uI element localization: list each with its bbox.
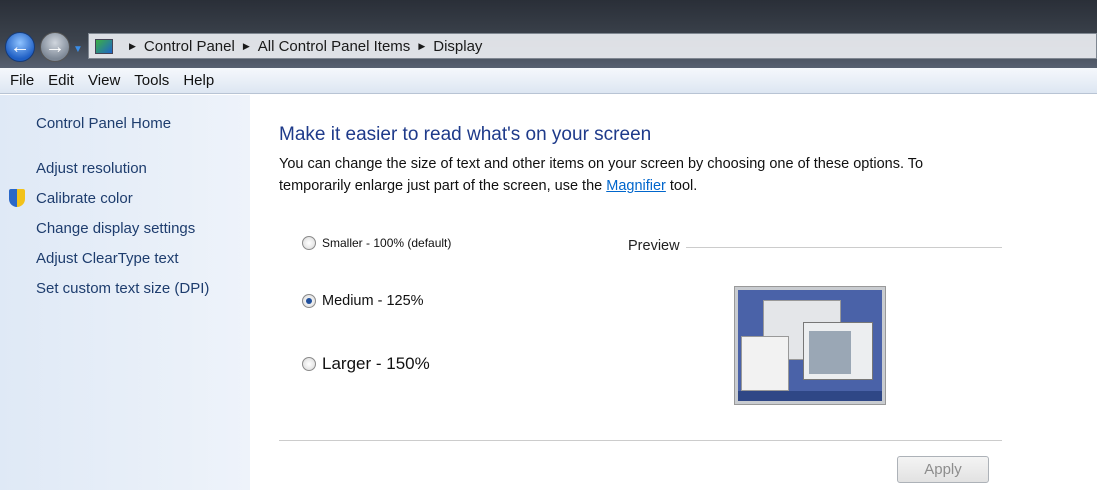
option-larger-label: Larger - 150% xyxy=(322,354,430,373)
option-medium-label: Medium - 125% xyxy=(322,293,424,309)
preview-image xyxy=(734,286,886,405)
magnifier-link[interactable]: Magnifier xyxy=(606,178,666,194)
chevron-right-icon[interactable]: ▶ xyxy=(129,41,136,52)
menu-file[interactable]: File xyxy=(10,72,34,89)
sidebar-adjust-resolution[interactable]: Adjust resolution xyxy=(36,160,147,177)
preview-window xyxy=(803,322,873,380)
sidebar-custom-dpi[interactable]: Set custom text size (DPI) xyxy=(36,280,209,297)
option-larger[interactable]: Larger - 150% xyxy=(302,354,430,374)
radio-medium[interactable] xyxy=(302,294,316,308)
radio-smaller[interactable] xyxy=(302,236,316,250)
title-bar: ← → ▼ ▶ Control Panel ▶ All Control Pane… xyxy=(0,0,1097,68)
breadcrumb-all-items[interactable]: All Control Panel Items xyxy=(258,38,411,55)
sidebar-adjust-cleartype[interactable]: Adjust ClearType text xyxy=(36,250,179,267)
menu-edit[interactable]: Edit xyxy=(48,72,74,89)
chevron-right-icon[interactable]: ▶ xyxy=(418,41,425,52)
radio-larger[interactable] xyxy=(302,357,316,371)
recent-pages-dropdown-icon[interactable]: ▼ xyxy=(73,44,83,55)
description-text-end: tool. xyxy=(665,178,698,194)
address-bar[interactable]: ▶ Control Panel ▶ All Control Panel Item… xyxy=(88,33,1097,59)
back-button[interactable]: ← xyxy=(5,32,35,62)
option-smaller[interactable]: Smaller - 100% (default) xyxy=(302,236,451,250)
menu-help[interactable]: Help xyxy=(183,72,214,89)
sidebar-control-panel-home[interactable]: Control Panel Home xyxy=(36,115,171,132)
description-text: You can change the size of text and othe… xyxy=(279,156,924,194)
menu-view[interactable]: View xyxy=(88,72,120,89)
forward-button[interactable]: → xyxy=(40,32,70,62)
uac-shield-icon xyxy=(9,189,25,207)
sidebar-calibrate-color[interactable]: Calibrate color xyxy=(36,190,133,207)
page-title: Make it easier to read what's on your sc… xyxy=(279,124,652,145)
preview-taskbar xyxy=(738,391,882,401)
divider xyxy=(279,440,1002,441)
option-smaller-label: Smaller - 100% (default) xyxy=(322,236,452,250)
breadcrumb-control-panel[interactable]: Control Panel xyxy=(144,38,235,55)
description: You can change the size of text and othe… xyxy=(279,153,979,197)
preview-divider xyxy=(686,247,1002,248)
chevron-right-icon[interactable]: ▶ xyxy=(243,41,250,52)
control-panel-icon xyxy=(95,38,113,54)
menu-bar: File Edit View Tools Help xyxy=(0,68,1097,94)
breadcrumb-display[interactable]: Display xyxy=(433,38,482,55)
preview-start-menu xyxy=(741,336,789,391)
apply-button[interactable]: Apply xyxy=(897,456,989,483)
option-medium[interactable]: Medium - 125% xyxy=(302,293,424,309)
main-content: Make it easier to read what's on your sc… xyxy=(250,95,1097,490)
menu-tools[interactable]: Tools xyxy=(134,72,169,89)
sidebar-change-display-settings[interactable]: Change display settings xyxy=(36,220,195,237)
sidebar: Control Panel Home Adjust resolution Cal… xyxy=(0,95,250,490)
preview-label: Preview xyxy=(628,238,680,254)
